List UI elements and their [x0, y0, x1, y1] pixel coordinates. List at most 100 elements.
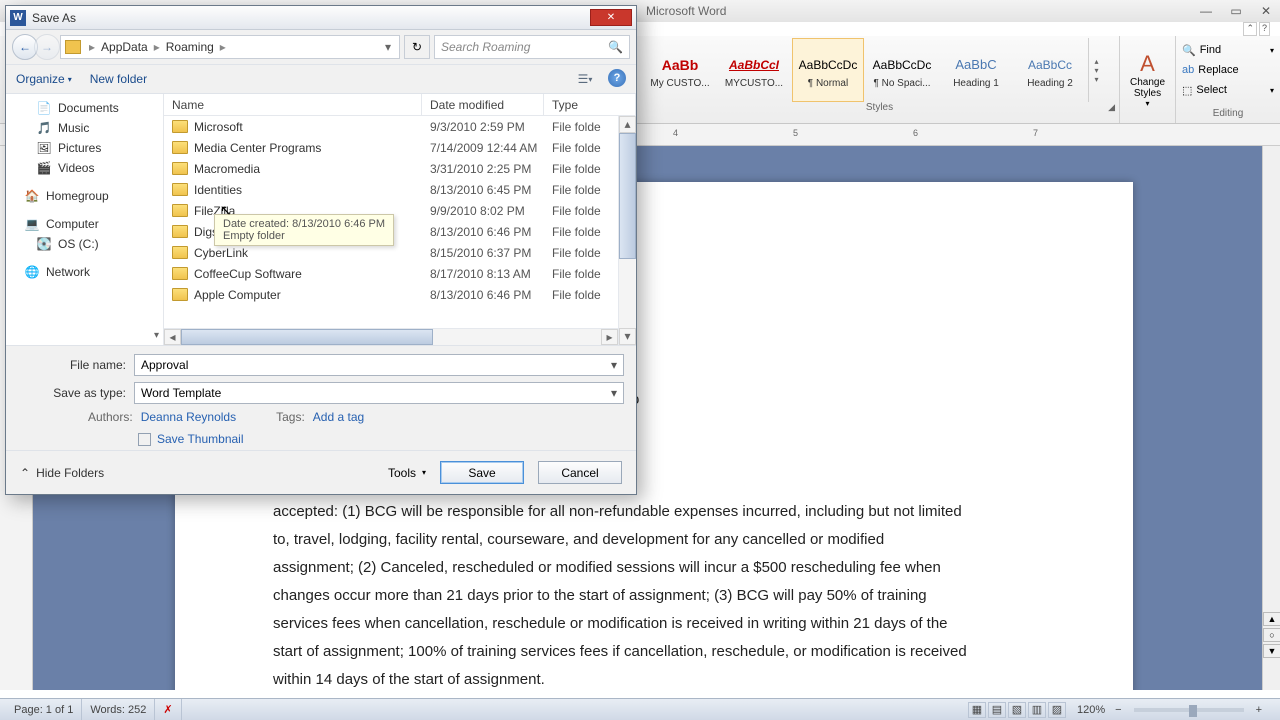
tree-collapse-icon[interactable]: ▾ [154, 330, 159, 341]
find-button[interactable]: 🔍Find▾ [1182, 40, 1274, 60]
breadcrumb-dropdown-icon[interactable]: ▾ [381, 40, 395, 54]
tree-item[interactable]: 🎬Videos [6, 158, 163, 178]
tree-item[interactable]: 📄Documents [6, 98, 163, 118]
style-item[interactable]: AaBbCHeading 1 [940, 38, 1012, 102]
ruler-mark: 6 [913, 128, 918, 138]
file-row[interactable]: Media Center Programs7/14/2009 12:44 AMF… [164, 137, 636, 158]
tools-dropdown[interactable]: Tools▾ [388, 466, 426, 480]
folder-icon [172, 204, 188, 217]
file-row[interactable]: CoffeeCup Software8/17/2010 8:13 AMFile … [164, 263, 636, 284]
cancel-button[interactable]: Cancel [538, 461, 622, 484]
new-folder-button[interactable]: New folder [90, 72, 147, 86]
organize-button[interactable]: Organize ▾ [16, 72, 72, 86]
style-item[interactable]: AaBbCcHeading 2 [1014, 38, 1086, 102]
save-thumbnail-checkbox[interactable]: Save Thumbnail [138, 432, 624, 446]
breadcrumb-seg[interactable]: AppData [97, 40, 152, 54]
tree-item-icon: 🏠 [24, 189, 40, 203]
ribbon-minimize-icon[interactable]: ⌃ [1243, 22, 1257, 36]
view-options-button[interactable]: ☰ ▾ [570, 69, 600, 89]
next-page-icon[interactable]: ▼ [1263, 644, 1280, 658]
tree-item[interactable]: 🌐Network [6, 262, 163, 282]
tree-item[interactable]: 🖼Pictures [6, 138, 163, 158]
authors-value[interactable]: Deanna Reynolds [141, 410, 236, 424]
styles-group-label: Styles [866, 102, 893, 113]
style-item[interactable]: AaBbCcIMYCUSTO... [718, 38, 790, 102]
dialog-close-button[interactable]: ✕ [590, 9, 632, 26]
checkbox-icon [138, 433, 151, 446]
style-item[interactable]: AaBbMy CUSTO... [644, 38, 716, 102]
zoom-out-icon[interactable]: − [1111, 702, 1125, 718]
breadcrumb-seg[interactable]: Roaming [162, 40, 218, 54]
file-row[interactable]: CyberLink8/15/2010 6:37 PMFile folde [164, 242, 636, 263]
nav-forward-button[interactable]: → [34, 34, 60, 60]
col-name[interactable]: Name [164, 94, 422, 115]
browse-object-icon[interactable]: ○ [1263, 628, 1280, 642]
horizontal-scrollbar[interactable]: ◂▸ [164, 328, 618, 345]
file-row[interactable]: Macromedia3/31/2010 2:25 PMFile folde [164, 158, 636, 179]
close-icon[interactable]: ✕ [1258, 4, 1274, 18]
save-as-type-select[interactable]: Word Template▾ [134, 382, 624, 404]
tree-item[interactable]: 💻Computer [6, 214, 163, 234]
file-name-label: File name: [18, 358, 134, 372]
tree-item-icon: 🖼 [36, 141, 52, 155]
change-styles-button[interactable]: A Change Styles ▾ [1120, 36, 1176, 123]
tree-item[interactable]: 🏠Homegroup [6, 186, 163, 206]
vertical-scrollbar[interactable]: ▴▾ [618, 116, 636, 345]
form-area: File name: Approval▾ Save as type: Word … [6, 346, 636, 450]
doc-line: within 14 days of the start of assignmen… [273, 668, 1035, 690]
file-list: Name Date modified Type Microsoft9/3/201… [164, 94, 636, 345]
explorer-pane: 📄Documents🎵Music🖼Pictures🎬Videos 🏠Homegro… [6, 94, 636, 346]
nav-tree[interactable]: 📄Documents🎵Music🖼Pictures🎬Videos 🏠Homegro… [6, 94, 164, 345]
status-page[interactable]: Page: 1 of 1 [6, 699, 82, 720]
styles-more-button[interactable]: ▴▾▾ [1088, 38, 1104, 102]
minimize-icon[interactable]: — [1198, 4, 1214, 18]
tags-value[interactable]: Add a tag [313, 410, 364, 424]
status-words[interactable]: Words: 252 [82, 699, 155, 720]
search-placeholder: Search Roaming [441, 40, 530, 54]
select-button[interactable]: ⬚Select▾ [1182, 80, 1274, 100]
zoom-level[interactable]: 120% [1073, 702, 1109, 718]
search-input[interactable]: Search Roaming 🔍 [434, 35, 630, 59]
dialog-help-icon[interactable]: ? [608, 69, 626, 87]
status-bar: Page: 1 of 1 Words: 252 ✗ ▦▤▧▥▨ 120% − + [0, 698, 1280, 720]
col-date[interactable]: Date modified [422, 94, 544, 115]
tree-item[interactable]: 💽OS (C:) [6, 234, 163, 254]
col-type[interactable]: Type [544, 94, 636, 115]
tree-item-icon: 💻 [24, 217, 40, 231]
breadcrumb-bar[interactable]: ▸ AppData ▸ Roaming ▸ ▾ [60, 35, 400, 59]
folder-icon [172, 162, 188, 175]
style-item[interactable]: AaBbCcDc¶ Normal [792, 38, 864, 102]
ruler-mark: 4 [673, 128, 678, 138]
styles-launcher-icon[interactable]: ◢ [1108, 102, 1115, 113]
dialog-titlebar[interactable]: W Save As ✕ [6, 6, 636, 30]
refresh-button[interactable]: ↻ [404, 35, 430, 59]
view-buttons[interactable]: ▦▤▧▥▨ [963, 700, 1071, 720]
restore-icon[interactable]: ▭ [1228, 4, 1244, 18]
file-row[interactable]: Microsoft9/3/2010 2:59 PMFile folde [164, 116, 636, 137]
dialog-title: Save As [32, 11, 76, 25]
file-row[interactable]: Identities8/13/2010 6:45 PMFile folde [164, 179, 636, 200]
help-icon[interactable]: ? [1259, 22, 1270, 36]
zoom-slider[interactable] [1134, 708, 1244, 712]
tags-label: Tags: [276, 410, 305, 424]
replace-button[interactable]: abReplace [1182, 60, 1274, 80]
file-row[interactable]: Digsby8/13/2010 6:46 PMFile folde [164, 221, 636, 242]
tree-item[interactable]: 🎵Music [6, 118, 163, 138]
folder-icon [172, 267, 188, 280]
editing-group-label: Editing [1182, 108, 1274, 119]
save-button[interactable]: Save [440, 461, 524, 484]
folder-icon [65, 40, 81, 54]
file-row[interactable]: Apple Computer8/13/2010 6:46 PMFile fold… [164, 284, 636, 305]
file-name-input[interactable]: Approval▾ [134, 354, 624, 376]
folder-icon [172, 288, 188, 301]
column-headers[interactable]: Name Date modified Type [164, 94, 636, 116]
style-item[interactable]: AaBbCcDc¶ No Spaci... [866, 38, 938, 102]
vertical-scrollbar[interactable]: ▲ ○ ▼ [1262, 146, 1280, 690]
search-icon: 🔍 [608, 40, 623, 54]
hide-folders-button[interactable]: ⌃Hide Folders [20, 466, 104, 480]
status-proof-icon[interactable]: ✗ [155, 699, 181, 720]
zoom-in-icon[interactable]: + [1252, 702, 1266, 718]
save-as-type-label: Save as type: [18, 386, 134, 400]
file-row[interactable]: FileZilla9/9/2010 8:02 PMFile folde [164, 200, 636, 221]
prev-page-icon[interactable]: ▲ [1263, 612, 1280, 626]
